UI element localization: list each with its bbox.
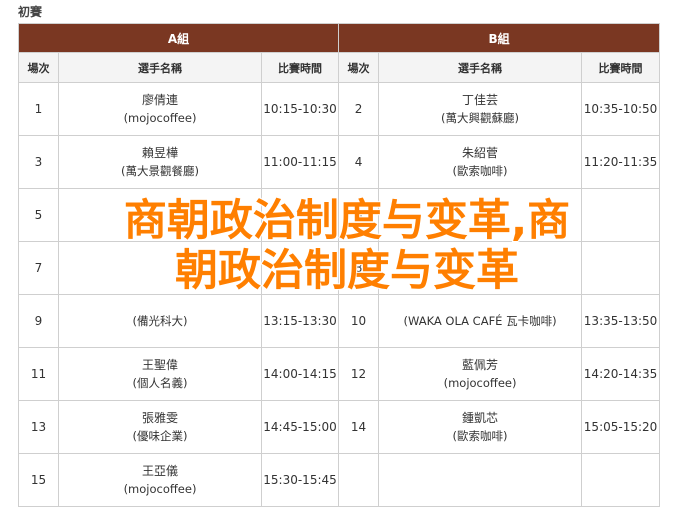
slot-number: 2 (338, 82, 380, 136)
player-cell: 丁佳芸 (萬大興觀蘇廳) (378, 82, 583, 136)
slot-number: 12 (338, 347, 380, 401)
schedule-table: A組 B組 場次 選手名稱 比賽時間 場次 選手名稱 比賽時間 1 廖倩連 (moj… (17, 23, 661, 507)
col-header-slot: 場次 (338, 52, 380, 83)
match-time: 13:35-13:50 (581, 294, 661, 348)
player-cell: 朱紹菅 (歐索咖啡) (378, 135, 583, 189)
player-team: (優味企業) (132, 429, 188, 443)
player-cell (378, 241, 583, 295)
match-time (260, 188, 340, 242)
match-time: 15:05-15:20 (581, 400, 661, 454)
player-cell: 藍佩芳 (mojocoffee) (378, 347, 583, 401)
player-cell: 張雅雯 (優味企業) (58, 400, 262, 454)
col-header-time: 比賽時間 (581, 52, 661, 83)
slot-number: 3 (18, 135, 59, 189)
match-time: 11:20-11:35 (581, 135, 661, 189)
slot-number: 1 (18, 82, 59, 136)
match-time: 15:30-15:45 (260, 453, 340, 507)
slot-number: 14 (338, 400, 380, 454)
table-row: 13 張雅雯 (優味企業) 14:45-15:00 14 鍾凱芯 (歐索咖啡) 15:05-1… (18, 400, 661, 454)
player-cell: 王聖偉 (個人名義) (58, 347, 262, 401)
slot-number: 13 (18, 400, 59, 454)
col-header-time: 比賽時間 (260, 52, 340, 83)
player-name: 王聖偉 (141, 358, 178, 372)
player-cell: 鍾凱芯 (歐索咖啡) (378, 400, 583, 454)
match-time: 14:00-14:15 (260, 347, 340, 401)
player-team: (mojocoffee) (123, 111, 197, 125)
player-team: (mojocoffee) (123, 482, 197, 496)
slot-number (338, 453, 380, 507)
slot-number: 4 (338, 135, 380, 189)
player-cell: 王亞儀 (mojocoffee) (58, 453, 262, 507)
player-cell (58, 241, 262, 295)
col-header-slot: 場次 (18, 52, 59, 83)
player-team: (萬大興觀蘇廳) (441, 111, 520, 125)
match-time: 14:20-14:35 (581, 347, 661, 401)
match-time (581, 241, 661, 295)
player-name: 鍾凱芯 (462, 411, 499, 425)
table-row: 15 王亞儀 (mojocoffee) 15:30-15:45 (18, 453, 661, 507)
group-a-header: A組 (17, 23, 340, 53)
slot-number: 10 (338, 294, 380, 348)
player-name: 王亞儀 (141, 464, 178, 478)
table-row: 11 王聖偉 (個人名義) 14:00-14:15 12 藍佩芳 (mojocoffee) 1… (18, 347, 661, 401)
player-name: 賴昱樺 (141, 146, 178, 160)
match-time: 14:45-15:00 (260, 400, 340, 454)
table-row: 3 賴昱樺 (萬大景觀餐廳) 11:00-11:15 4 朱紹菅 (歐索咖啡) 11:20-1… (18, 135, 661, 189)
player-name: 朱紹菅 (462, 146, 499, 160)
player-cell: (WAKA OLA CAFÉ 瓦卡咖啡) (378, 294, 583, 348)
player-cell (58, 188, 262, 242)
slot-number: 15 (18, 453, 59, 507)
player-team: (個人名義) (132, 376, 188, 390)
slot-number: 6 (338, 188, 380, 242)
table-row: 78 (18, 241, 661, 295)
match-time: 10:35-10:50 (581, 82, 661, 136)
match-time: 10:15-10:30 (260, 82, 340, 136)
player-team: (WAKA OLA CAFÉ 瓦卡咖啡) (403, 314, 557, 328)
match-time: 13:15-13:30 (260, 294, 340, 348)
player-name: 張雅雯 (141, 411, 178, 425)
table-row: 1 廖倩連 (mojocoffee) 10:15-10:30 2 丁佳芸 (萬大興觀蘇廳) 1… (18, 82, 661, 136)
match-time (581, 188, 661, 242)
slot-number: 8 (338, 241, 380, 295)
player-cell: 廖倩連 (mojocoffee) (58, 82, 262, 136)
player-team: (mojocoffee) (443, 376, 517, 390)
table-row: 9 (備光科大) 13:15-13:30 10 (WAKA OLA CAFÉ 瓦卡咖啡)… (18, 294, 661, 348)
player-name: 丁佳芸 (462, 93, 499, 107)
group-b-header: B組 (338, 23, 661, 53)
player-name: 廖倩連 (141, 93, 178, 107)
player-team: (萬大景觀餐廳) (121, 164, 199, 178)
match-time (260, 241, 340, 295)
player-team: (備光科大) (132, 314, 188, 328)
player-cell: (備光科大) (58, 294, 262, 348)
slot-number: 5 (18, 188, 59, 242)
slot-number: 11 (18, 347, 59, 401)
match-time: 11:00-11:15 (260, 135, 340, 189)
player-cell: 賴昱樺 (萬大景觀餐廳) (58, 135, 262, 189)
col-header-player: 選手名稱 (378, 52, 583, 83)
slot-number: 7 (18, 241, 59, 295)
col-header-player: 選手名稱 (58, 52, 262, 83)
player-name: 藍佩芳 (462, 358, 499, 372)
section-caption: 初賽 (18, 5, 43, 19)
player-cell (378, 188, 583, 242)
slot-number: 9 (18, 294, 59, 348)
player-team: (歐索咖啡) (452, 164, 508, 178)
match-time (581, 453, 661, 507)
table-row: 56 (18, 188, 661, 242)
player-team: (歐索咖啡) (452, 429, 508, 443)
player-cell (378, 453, 583, 507)
